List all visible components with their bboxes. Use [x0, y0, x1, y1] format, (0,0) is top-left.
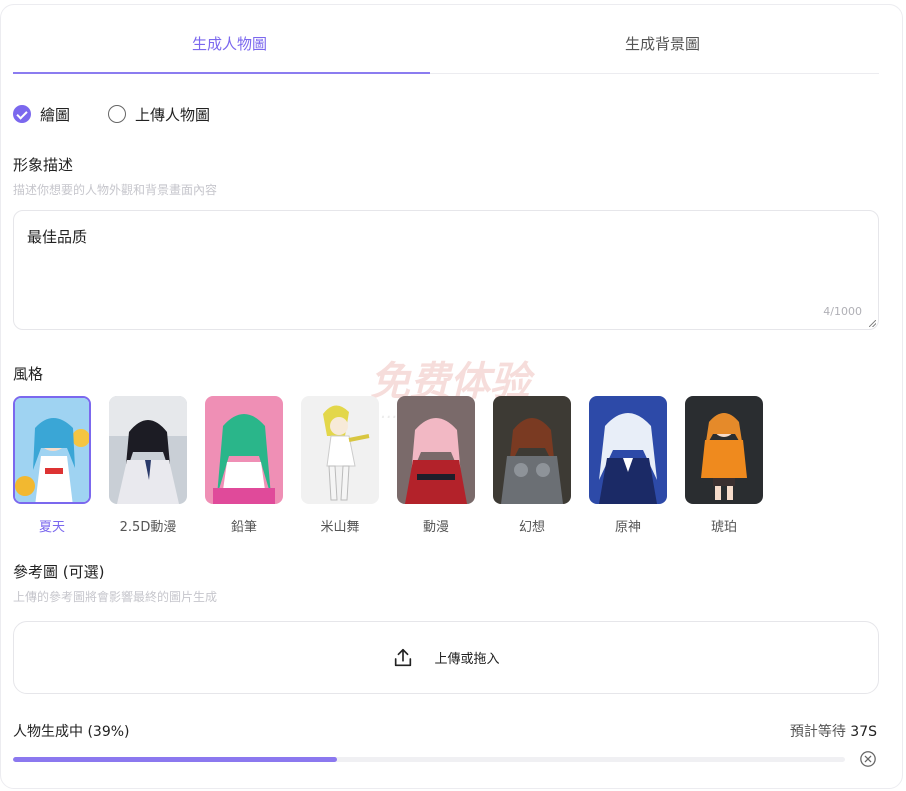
upload-label: 上傳或拖入 [434, 652, 500, 667]
style-thumb-pencil [205, 396, 283, 504]
style-item-summer[interactable]: 夏天 [13, 396, 91, 535]
progress-bar [13, 757, 845, 762]
style-title: 風格 [13, 365, 44, 383]
resize-handle[interactable] [869, 320, 876, 327]
mode-radio-group: 繪圖 上傳人物圖 [13, 104, 248, 124]
radio-draw[interactable]: 繪圖 [13, 104, 70, 125]
upload-icon [395, 648, 412, 666]
reference-title: 參考圖 (可選) [13, 563, 105, 581]
eta-text: 預計等待 37S [790, 721, 877, 741]
style-item-genshin[interactable]: 原神 [589, 396, 667, 535]
tab-bar: 生成人物圖 生成背景圖 [13, 5, 879, 74]
radio-draw-label: 繪圖 [40, 105, 71, 124]
style-item-anime[interactable]: 動漫 [397, 396, 475, 535]
radio-unchecked-icon [108, 105, 127, 123]
description-title: 形象描述 [13, 156, 74, 174]
style-label-amber: 琥珀 [710, 520, 737, 535]
style-label-genshin: 原神 [614, 520, 641, 535]
style-item-25d-anime[interactable]: 2.5D動漫 [109, 396, 187, 535]
progress-label: 人物生成中 (39%) [13, 724, 130, 740]
char-counter: 4/1000 [823, 305, 862, 318]
reference-hint: 上傳的參考圖將會影響最終的圖片生成 [13, 590, 218, 604]
style-label-anime: 動漫 [422, 520, 449, 535]
style-thumb-anime [397, 396, 475, 504]
description-textarea[interactable]: 最佳品质 4/1000 [13, 210, 879, 330]
tab-generate-background[interactable]: 生成背景圖 [446, 33, 879, 54]
description-value: 最佳品质 [27, 228, 88, 246]
upload-dropzone[interactable]: 上傳或拖入 [13, 621, 879, 694]
style-item-fantasy[interactable]: 幻想 [493, 396, 571, 535]
cancel-icon[interactable] [859, 750, 877, 768]
style-item-pencil[interactable]: 鉛筆 [205, 396, 283, 535]
style-item-yoneyama-mai[interactable]: 米山舞 [301, 396, 379, 535]
tab-generate-character[interactable]: 生成人物圖 [13, 33, 446, 54]
style-thumb-amber [685, 396, 763, 504]
style-item-amber[interactable]: 琥珀 [685, 396, 763, 535]
radio-checked-icon [13, 105, 31, 123]
generator-panel: 生成人物圖 生成背景圖 繪圖 上傳人物圖 形象描述 描述你想要的人物外觀和背景畫… [0, 4, 903, 789]
style-label-pencil: 鉛筆 [230, 520, 257, 535]
style-label-summer: 夏天 [38, 520, 65, 535]
progress-bar-fill [13, 757, 338, 762]
eta-value: 37S [850, 724, 877, 740]
style-thumb-25d-anime [109, 396, 187, 504]
style-thumb-genshin [589, 396, 667, 504]
style-label-25d-anime: 2.5D動漫 [119, 520, 177, 535]
radio-upload-character[interactable]: 上傳人物圖 [108, 104, 210, 125]
style-label-yoneyama-mai: 米山舞 [320, 520, 360, 535]
radio-upload-character-label: 上傳人物圖 [135, 105, 211, 124]
style-thumb-fantasy [493, 396, 571, 504]
style-thumb-yoneyama-mai [301, 396, 379, 504]
style-label-fantasy: 幻想 [518, 520, 545, 535]
description-hint: 描述你想要的人物外觀和背景畫面內容 [13, 183, 218, 197]
active-tab-indicator [13, 72, 430, 74]
eta-prefix: 預計等待 [789, 724, 846, 740]
style-thumb-summer [13, 396, 91, 504]
